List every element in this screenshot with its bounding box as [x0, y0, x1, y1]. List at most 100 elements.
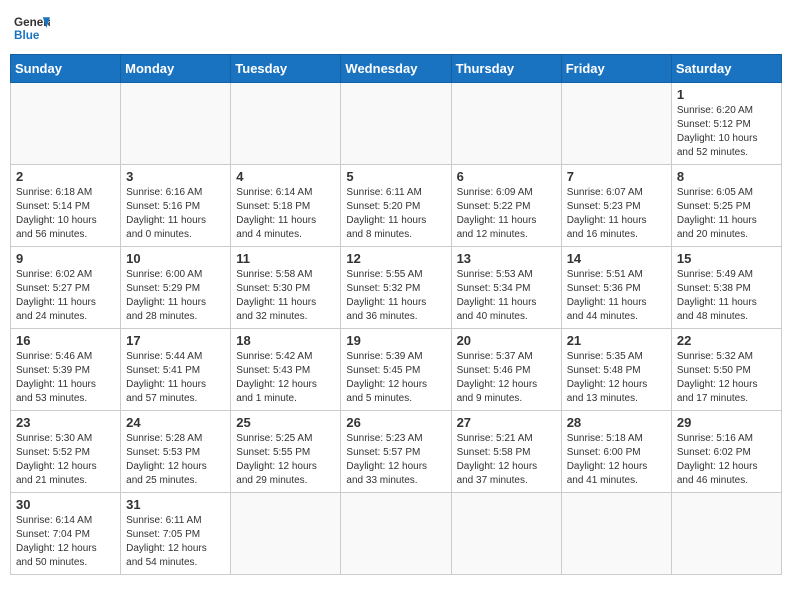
header-wednesday: Wednesday [341, 55, 451, 83]
header-saturday: Saturday [671, 55, 781, 83]
calendar-cell: 21 Sunrise: 5:35 AM Sunset: 5:48 PM Dayli… [561, 329, 671, 411]
calendar-week-2: 9 Sunrise: 6:02 AM Sunset: 5:27 PM Daylig… [11, 247, 782, 329]
day-number: 9 [16, 251, 115, 266]
day-info: Sunrise: 6:07 AM Sunset: 5:23 PM Dayligh… [567, 186, 666, 242]
day-info: Sunrise: 6:02 AM Sunset: 5:27 PM Dayligh… [16, 268, 115, 324]
day-info: Sunrise: 5:18 AM Sunset: 6:00 PM Dayligh… [567, 432, 666, 488]
calendar-cell: 13 Sunrise: 5:53 AM Sunset: 5:34 PM Dayli… [451, 247, 561, 329]
day-number: 31 [126, 497, 225, 512]
calendar-cell: 24 Sunrise: 5:28 AM Sunset: 5:53 PM Dayli… [121, 411, 231, 493]
calendar-cell [671, 493, 781, 575]
calendar-cell: 7 Sunrise: 6:07 AM Sunset: 5:23 PM Daylig… [561, 165, 671, 247]
calendar-cell: 15 Sunrise: 5:49 AM Sunset: 5:38 PM Dayli… [671, 247, 781, 329]
svg-text:Blue: Blue [14, 29, 40, 42]
calendar-cell: 10 Sunrise: 6:00 AM Sunset: 5:29 PM Dayli… [121, 247, 231, 329]
calendar-cell [561, 493, 671, 575]
day-info: Sunrise: 5:49 AM Sunset: 5:38 PM Dayligh… [677, 268, 776, 324]
day-number: 4 [236, 169, 335, 184]
calendar-cell: 25 Sunrise: 5:25 AM Sunset: 5:55 PM Dayli… [231, 411, 341, 493]
day-number: 29 [677, 415, 776, 430]
calendar-header-row: SundayMondayTuesdayWednesdayThursdayFrid… [11, 55, 782, 83]
calendar-week-1: 2Sunrise: 6:18 AM Sunset: 5:14 PM Daylig… [11, 165, 782, 247]
calendar-cell [231, 83, 341, 165]
day-number: 1 [677, 87, 776, 102]
calendar-week-4: 23Sunrise: 5:30 AM Sunset: 5:52 PM Dayli… [11, 411, 782, 493]
calendar-cell [231, 493, 341, 575]
day-info: Sunrise: 5:25 AM Sunset: 5:55 PM Dayligh… [236, 432, 335, 488]
day-info: Sunrise: 6:00 AM Sunset: 5:29 PM Dayligh… [126, 268, 225, 324]
day-info: Sunrise: 5:37 AM Sunset: 5:46 PM Dayligh… [457, 350, 556, 406]
day-info: Sunrise: 6:14 AM Sunset: 5:18 PM Dayligh… [236, 186, 335, 242]
day-number: 14 [567, 251, 666, 266]
calendar-week-0: 1Sunrise: 6:20 AM Sunset: 5:12 PM Daylig… [11, 83, 782, 165]
header-thursday: Thursday [451, 55, 561, 83]
calendar-cell: 3Sunrise: 6:16 AM Sunset: 5:16 PM Daylig… [121, 165, 231, 247]
day-info: Sunrise: 6:09 AM Sunset: 5:22 PM Dayligh… [457, 186, 556, 242]
day-number: 24 [126, 415, 225, 430]
day-number: 11 [236, 251, 335, 266]
day-number: 16 [16, 333, 115, 348]
day-number: 26 [346, 415, 445, 430]
calendar-cell: 17 Sunrise: 5:44 AM Sunset: 5:41 PM Dayli… [121, 329, 231, 411]
day-number: 30 [16, 497, 115, 512]
day-info: Sunrise: 5:23 AM Sunset: 5:57 PM Dayligh… [346, 432, 445, 488]
calendar: SundayMondayTuesdayWednesdayThursdayFrid… [10, 54, 782, 575]
day-number: 12 [346, 251, 445, 266]
day-number: 18 [236, 333, 335, 348]
calendar-cell: 9 Sunrise: 6:02 AM Sunset: 5:27 PM Daylig… [11, 247, 121, 329]
day-number: 21 [567, 333, 666, 348]
day-info: Sunrise: 5:39 AM Sunset: 5:45 PM Dayligh… [346, 350, 445, 406]
calendar-cell: 29 Sunrise: 5:16 AM Sunset: 6:02 PM Dayli… [671, 411, 781, 493]
calendar-cell: 20Sunrise: 5:37 AM Sunset: 5:46 PM Dayli… [451, 329, 561, 411]
calendar-week-3: 16 Sunrise: 5:46 AM Sunset: 5:39 PM Dayli… [11, 329, 782, 411]
day-info: Sunrise: 6:11 AM Sunset: 7:05 PM Dayligh… [126, 514, 225, 570]
day-info: Sunrise: 5:44 AM Sunset: 5:41 PM Dayligh… [126, 350, 225, 406]
calendar-cell: 1Sunrise: 6:20 AM Sunset: 5:12 PM Daylig… [671, 83, 781, 165]
day-info: Sunrise: 5:46 AM Sunset: 5:39 PM Dayligh… [16, 350, 115, 406]
calendar-cell: 23Sunrise: 5:30 AM Sunset: 5:52 PM Dayli… [11, 411, 121, 493]
calendar-cell: 27Sunrise: 5:21 AM Sunset: 5:58 PM Dayli… [451, 411, 561, 493]
day-info: Sunrise: 5:58 AM Sunset: 5:30 PM Dayligh… [236, 268, 335, 324]
day-number: 10 [126, 251, 225, 266]
day-number: 28 [567, 415, 666, 430]
calendar-cell: 18 Sunrise: 5:42 AM Sunset: 5:43 PM Dayli… [231, 329, 341, 411]
calendar-cell: 19 Sunrise: 5:39 AM Sunset: 5:45 PM Dayli… [341, 329, 451, 411]
calendar-cell: 6 Sunrise: 6:09 AM Sunset: 5:22 PM Daylig… [451, 165, 561, 247]
calendar-cell: 26 Sunrise: 5:23 AM Sunset: 5:57 PM Dayli… [341, 411, 451, 493]
header-tuesday: Tuesday [231, 55, 341, 83]
calendar-week-5: 30 Sunrise: 6:14 AM Sunset: 7:04 PM Dayli… [11, 493, 782, 575]
day-info: Sunrise: 5:51 AM Sunset: 5:36 PM Dayligh… [567, 268, 666, 324]
page-header: General Blue [10, 10, 782, 46]
day-info: Sunrise: 5:35 AM Sunset: 5:48 PM Dayligh… [567, 350, 666, 406]
logo-icon: General Blue [14, 10, 50, 46]
day-number: 7 [567, 169, 666, 184]
header-monday: Monday [121, 55, 231, 83]
day-info: Sunrise: 5:28 AM Sunset: 5:53 PM Dayligh… [126, 432, 225, 488]
calendar-cell: 2Sunrise: 6:18 AM Sunset: 5:14 PM Daylig… [11, 165, 121, 247]
day-number: 2 [16, 169, 115, 184]
calendar-cell: 5Sunrise: 6:11 AM Sunset: 5:20 PM Daylig… [341, 165, 451, 247]
day-info: Sunrise: 5:30 AM Sunset: 5:52 PM Dayligh… [16, 432, 115, 488]
day-number: 6 [457, 169, 556, 184]
day-number: 19 [346, 333, 445, 348]
day-number: 17 [126, 333, 225, 348]
day-number: 15 [677, 251, 776, 266]
calendar-cell: 22Sunrise: 5:32 AM Sunset: 5:50 PM Dayli… [671, 329, 781, 411]
calendar-cell: 16 Sunrise: 5:46 AM Sunset: 5:39 PM Dayli… [11, 329, 121, 411]
calendar-cell: 8Sunrise: 6:05 AM Sunset: 5:25 PM Daylig… [671, 165, 781, 247]
calendar-cell [561, 83, 671, 165]
calendar-cell [451, 83, 561, 165]
day-info: Sunrise: 5:53 AM Sunset: 5:34 PM Dayligh… [457, 268, 556, 324]
day-info: Sunrise: 5:16 AM Sunset: 6:02 PM Dayligh… [677, 432, 776, 488]
day-number: 13 [457, 251, 556, 266]
day-info: Sunrise: 5:42 AM Sunset: 5:43 PM Dayligh… [236, 350, 335, 406]
calendar-cell [341, 493, 451, 575]
day-number: 22 [677, 333, 776, 348]
day-info: Sunrise: 6:14 AM Sunset: 7:04 PM Dayligh… [16, 514, 115, 570]
calendar-cell [11, 83, 121, 165]
day-number: 25 [236, 415, 335, 430]
calendar-cell: 28 Sunrise: 5:18 AM Sunset: 6:00 PM Dayli… [561, 411, 671, 493]
calendar-cell [121, 83, 231, 165]
day-number: 5 [346, 169, 445, 184]
calendar-cell: 11 Sunrise: 5:58 AM Sunset: 5:30 PM Dayli… [231, 247, 341, 329]
